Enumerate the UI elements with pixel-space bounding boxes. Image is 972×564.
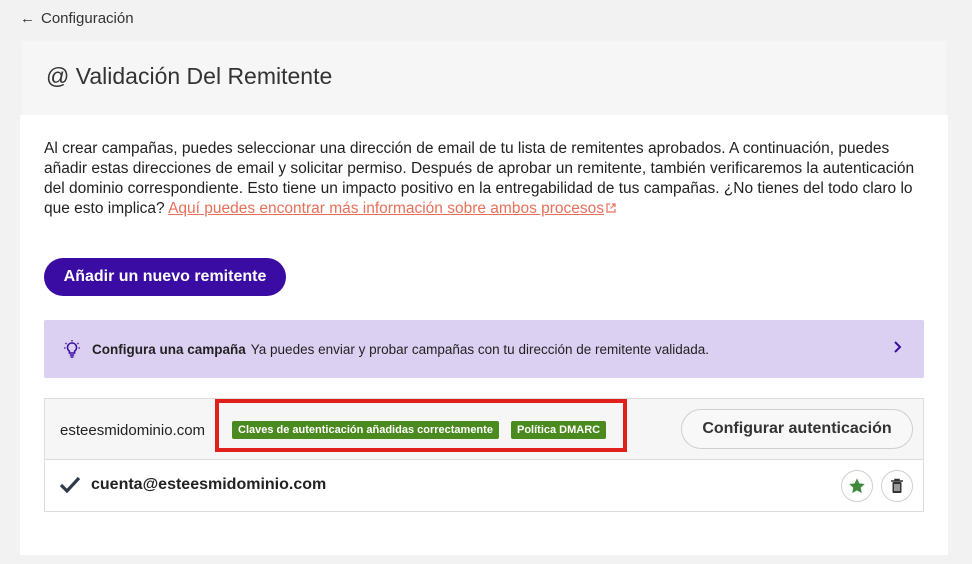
- sender-row: cuenta@esteesmidominio.com: [45, 460, 923, 510]
- page-title: @ Validación Del Remitente: [46, 63, 333, 89]
- sender-email: cuenta@esteesmidominio.com: [91, 476, 327, 493]
- domain-row: esteesmidominio.com Claves de autenticac…: [45, 399, 923, 460]
- trash-icon: [890, 478, 904, 494]
- banner-title: Configura una campaña: [92, 341, 246, 357]
- chevron-right-icon[interactable]: [892, 340, 902, 354]
- delete-button[interactable]: [881, 470, 913, 502]
- back-link[interactable]: ← Configuración: [20, 10, 134, 27]
- status-badge-auth-keys: Claves de autenticación añadidas correct…: [232, 421, 499, 439]
- info-link-text: Aquí puedes encontrar más información so…: [168, 200, 605, 218]
- status-badge-dmarc: Política DMARC: [511, 421, 607, 439]
- domain-panel: esteesmidominio.com Claves de autenticac…: [44, 398, 924, 512]
- content-card: Al crear campañas, puedes seleccionar un…: [20, 115, 948, 555]
- intro-paragraph: Al crear campañas, puedes seleccionar un…: [44, 139, 926, 219]
- favorite-button[interactable]: [841, 470, 873, 502]
- back-label: Configuración: [41, 10, 134, 27]
- external-link-icon: [606, 199, 616, 219]
- info-link[interactable]: Aquí puedes encontrar más información so…: [168, 200, 604, 217]
- lightbulb-icon: [64, 340, 80, 358]
- campaign-banner[interactable]: Configura una campaña Ya puedes enviar y…: [44, 320, 924, 378]
- configure-auth-button[interactable]: Configurar autenticación: [681, 409, 913, 449]
- star-icon: [848, 477, 866, 495]
- page-header: @ Validación Del Remitente: [22, 41, 946, 116]
- domain-name: esteesmidominio.com: [60, 422, 206, 439]
- arrow-left-icon: ←: [20, 10, 35, 27]
- banner-text: Ya puedes enviar y probar campañas con t…: [250, 341, 710, 357]
- check-icon: [59, 476, 81, 494]
- add-sender-button[interactable]: Añadir un nuevo remitente: [44, 258, 286, 296]
